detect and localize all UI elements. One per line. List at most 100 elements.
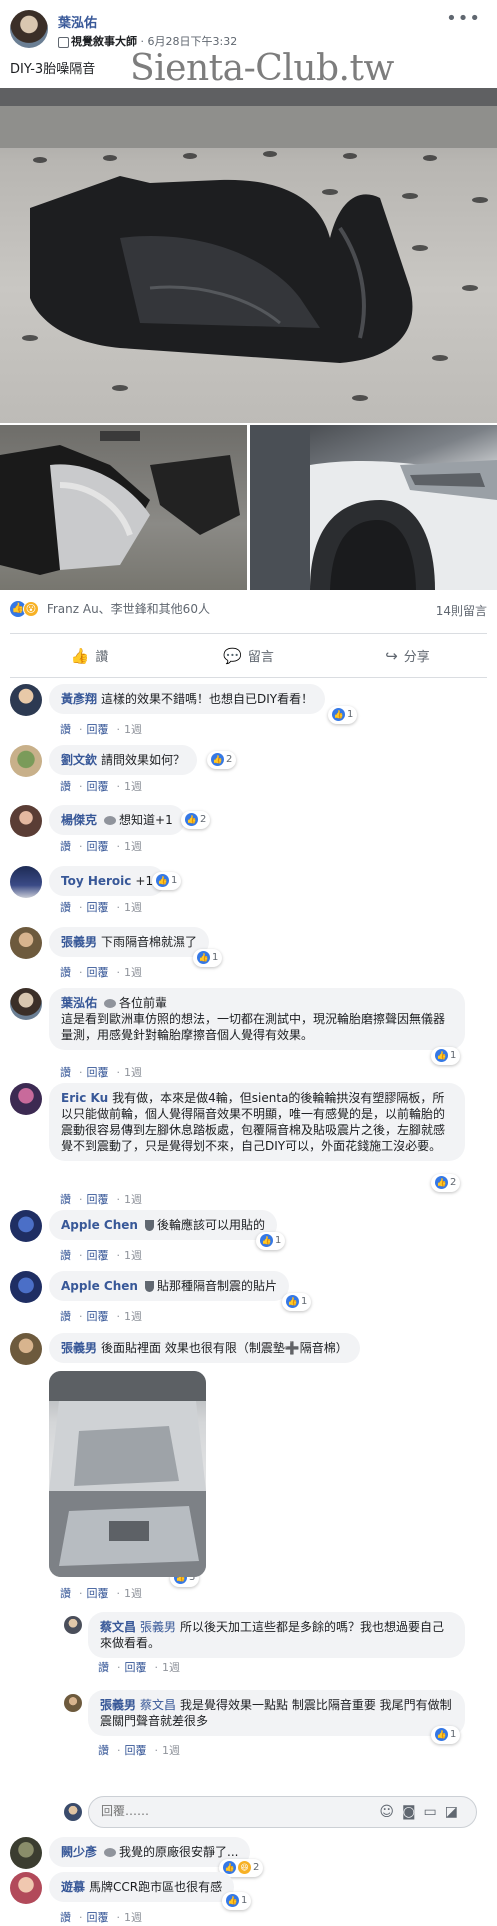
commenter-avatar[interactable] xyxy=(10,988,42,1020)
comment-like-link[interactable]: 讚 xyxy=(60,840,71,853)
comment-like-link[interactable]: 讚 xyxy=(60,780,71,793)
commenter-name[interactable]: 劉文欽 xyxy=(61,753,97,767)
comment-like-link[interactable]: 讚 xyxy=(98,1661,109,1674)
comment-likes[interactable]: 👍 2 xyxy=(181,811,211,829)
commenter-avatar[interactable] xyxy=(10,1083,42,1115)
comment-time[interactable]: 1週 xyxy=(162,1744,180,1757)
reactions-summary[interactable]: Franz Au、李世鋒和其他60人 xyxy=(47,602,210,616)
commenter-avatar[interactable] xyxy=(64,1616,82,1634)
reactions-bar[interactable]: 👍 😮 Franz Au、李世鋒和其他60人 14則留言 xyxy=(10,600,487,620)
gif-icon[interactable]: ▭ xyxy=(424,1804,445,1820)
comment-reply-link[interactable]: 回覆 xyxy=(87,901,109,914)
comment-reply-link[interactable]: 回覆 xyxy=(87,1249,109,1262)
comment-reply-link[interactable]: 回覆 xyxy=(87,1587,109,1600)
comment-time[interactable]: 1週 xyxy=(124,1911,142,1924)
commenter-avatar[interactable] xyxy=(10,745,42,777)
comment-like-link[interactable]: 讚 xyxy=(60,723,71,736)
comment-time[interactable]: 1週 xyxy=(124,780,142,793)
comment-likes[interactable]: 👍 1 xyxy=(431,1726,461,1744)
mention[interactable]: 蔡文昌 xyxy=(140,1698,176,1712)
comment-like-link[interactable]: 讚 xyxy=(60,1911,71,1924)
emoji-icon[interactable]: ☺ xyxy=(379,1804,402,1820)
commenter-avatar[interactable] xyxy=(10,1333,42,1365)
comment-likes[interactable]: 👍 1 xyxy=(152,872,182,890)
commenter-avatar[interactable] xyxy=(10,684,42,716)
commenter-avatar[interactable] xyxy=(10,1837,42,1869)
post-photo-car[interactable] xyxy=(250,425,497,590)
comment-time[interactable]: 1週 xyxy=(124,1249,142,1262)
comment-like-link[interactable]: 讚 xyxy=(60,1310,71,1323)
comment-like-link[interactable]: 讚 xyxy=(60,1249,71,1262)
commenter-name[interactable]: Toy Heroic xyxy=(61,874,131,888)
comment-time[interactable]: 1週 xyxy=(124,1066,142,1079)
author-avatar[interactable] xyxy=(10,10,48,48)
comment-reply-link[interactable]: 回覆 xyxy=(125,1661,147,1674)
comment-likes[interactable]: 👍 2 xyxy=(431,1174,461,1192)
comment-time[interactable]: 1週 xyxy=(124,901,142,914)
post-photo-main[interactable] xyxy=(0,88,497,423)
comment-reply-link[interactable]: 回覆 xyxy=(87,723,109,736)
post-time[interactable]: 6月28日下午3:32 xyxy=(148,35,238,48)
commenter-name[interactable]: 楊傑克 xyxy=(61,813,97,827)
comment-attached-photo[interactable] xyxy=(49,1371,206,1577)
author-name[interactable]: 葉泓佑 xyxy=(58,12,97,31)
comment-likes[interactable]: 👍 1 xyxy=(222,1892,252,1910)
comment-like-link[interactable]: 讚 xyxy=(60,1587,71,1600)
comments-count[interactable]: 14則留言 xyxy=(436,602,487,619)
reply-input[interactable] xyxy=(101,1804,301,1818)
comment-reply-link[interactable]: 回覆 xyxy=(87,1066,109,1079)
comment-time[interactable]: 1週 xyxy=(124,840,142,853)
commenter-avatar[interactable] xyxy=(10,1210,42,1242)
commenter-avatar[interactable] xyxy=(10,1271,42,1303)
commenter-name[interactable]: Apple Chen xyxy=(61,1218,138,1232)
comment-button[interactable]: 💬 留言 xyxy=(169,641,328,671)
commenter-name[interactable]: 葉泓佑 xyxy=(61,996,97,1010)
comment-reply-link[interactable]: 回覆 xyxy=(87,1310,109,1323)
sticker-icon[interactable]: ◪ xyxy=(445,1804,466,1820)
comment-likes[interactable]: 👍 1 xyxy=(431,1047,461,1065)
more-options-icon[interactable]: ••• xyxy=(446,8,481,29)
comment-time[interactable]: 1週 xyxy=(124,1587,142,1600)
comment-like-link[interactable]: 讚 xyxy=(98,1744,109,1757)
comment-time[interactable]: 1週 xyxy=(162,1661,180,1674)
comment-likes[interactable]: 👍 1 xyxy=(328,706,358,724)
comment-reply-link[interactable]: 回覆 xyxy=(125,1744,147,1757)
share-button[interactable]: ↪ 分享 xyxy=(328,641,487,671)
comment-reply-link[interactable]: 回覆 xyxy=(87,780,109,793)
comment-like-link[interactable]: 讚 xyxy=(60,966,71,979)
comment-likes[interactable]: 👍 1 xyxy=(282,1293,312,1311)
comment-reply-link[interactable]: 回覆 xyxy=(87,966,109,979)
camera-icon[interactable]: ◙ xyxy=(402,1804,424,1820)
commenter-name[interactable]: 張義男 xyxy=(100,1698,136,1712)
comment-like-link[interactable]: 讚 xyxy=(60,1066,71,1079)
group-badge[interactable]: 視覺敘事大師 xyxy=(71,35,137,48)
post-photo-insulation[interactable] xyxy=(0,425,247,590)
comment-time[interactable]: 1週 xyxy=(124,966,142,979)
comment-like-link[interactable]: 讚 xyxy=(60,901,71,914)
comment-likes[interactable]: 👍 2 xyxy=(207,751,237,769)
commenter-name[interactable]: Eric Ku xyxy=(61,1091,108,1105)
commenter-avatar[interactable] xyxy=(10,927,42,959)
comment-likes[interactable]: 👍 1 xyxy=(256,1232,286,1250)
commenter-name[interactable]: 張義男 xyxy=(61,1341,97,1355)
commenter-name[interactable]: 張義男 xyxy=(61,935,97,949)
comment-like-link[interactable]: 讚 xyxy=(60,1193,71,1206)
comment-time[interactable]: 1週 xyxy=(124,1310,142,1323)
commenter-name[interactable]: 遊慕 xyxy=(61,1880,85,1894)
commenter-name[interactable]: 闕少彥 xyxy=(61,1845,97,1859)
commenter-name[interactable]: 黃彥翔 xyxy=(61,692,97,706)
commenter-avatar[interactable] xyxy=(64,1694,82,1712)
commenter-name[interactable]: Apple Chen xyxy=(61,1279,138,1293)
comment-time[interactable]: 1週 xyxy=(124,1193,142,1206)
comment-reply-link[interactable]: 回覆 xyxy=(87,1193,109,1206)
commenter-name[interactable]: 蔡文昌 xyxy=(100,1620,136,1634)
comment-likes[interactable]: 👍 1 xyxy=(193,949,223,967)
commenter-avatar[interactable] xyxy=(10,1872,42,1904)
comment-reply-link[interactable]: 回覆 xyxy=(87,840,109,853)
like-button[interactable]: 👍 讚 xyxy=(10,641,169,671)
mention[interactable]: 張義男 xyxy=(140,1620,176,1634)
comment-time[interactable]: 1週 xyxy=(124,723,142,736)
comment-reply-link[interactable]: 回覆 xyxy=(87,1911,109,1924)
commenter-avatar[interactable] xyxy=(10,866,42,898)
commenter-avatar[interactable] xyxy=(10,805,42,837)
